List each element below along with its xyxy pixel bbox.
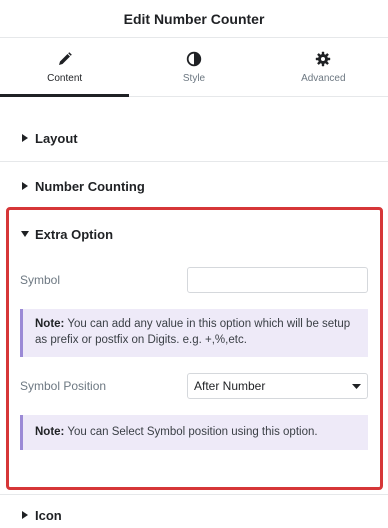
tab-content[interactable]: Content [0,38,130,97]
note-prefix: Note: [35,318,65,330]
note-prefix: Note: [35,426,65,438]
caret-right-icon [22,511,28,519]
section-number-counting-label: Number Counting [35,178,145,194]
caret-down-icon [21,231,29,237]
symbol-position-value: After Number [194,379,266,393]
symbol-input[interactable] [187,267,368,293]
tab-advanced[interactable]: Advanced [259,38,388,96]
note-text: You can add any value in this option whi… [35,318,351,346]
note-text: You can Select Symbol position using thi… [64,426,318,438]
caret-right-icon [22,182,28,190]
divider [0,161,388,162]
panel-tabs: Content Style Advanced [0,38,388,97]
section-extra-option[interactable]: Extra Option [0,214,388,254]
section-layout[interactable]: Layout [0,118,388,158]
tab-label-content: Content [47,72,83,84]
symbol-position-label: Symbol Position [20,379,107,393]
panel-title: Edit Number Counter [123,10,265,27]
section-number-counting[interactable]: Number Counting [0,166,388,206]
tab-style[interactable]: Style [129,38,258,96]
tab-label-style: Style [182,72,206,84]
pencil-icon [58,51,72,65]
symbol-position-select[interactable]: After Number [187,373,368,399]
tab-label-advanced: Advanced [301,72,346,84]
note-symbol: Note: You can add any value in this opti… [20,309,368,357]
gear-icon [316,51,331,66]
half-circle-icon [186,51,202,66]
section-icon-label: Icon [35,507,62,523]
note-symbol-position: Note: You can Select Symbol position usi… [20,415,368,450]
section-extra-option-label: Extra Option [35,226,114,242]
symbol-label: Symbol [20,273,61,287]
chevron-down-icon [352,383,361,389]
section-layout-label: Layout [35,130,78,146]
section-icon[interactable]: Icon [0,500,388,528]
caret-right-icon [22,134,28,142]
panel-header: Edit Number Counter [0,0,388,38]
divider [0,494,388,495]
